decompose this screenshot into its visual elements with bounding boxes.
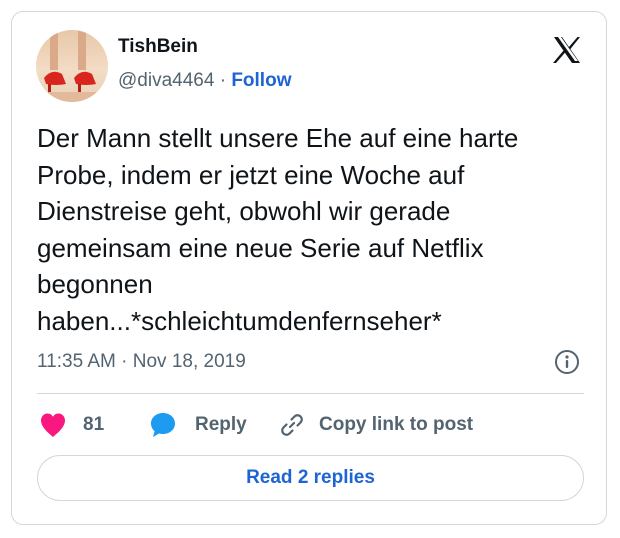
author-name[interactable]: TishBein (118, 36, 198, 58)
speech-bubble-icon (151, 413, 175, 437)
x-logo-icon[interactable] (551, 34, 583, 66)
link-icon (281, 414, 303, 436)
like-button[interactable]: 81 (39, 411, 104, 439)
tweet-card: TishBein @diva4464 · Follow Der Mann ste… (11, 11, 607, 525)
divider (37, 393, 584, 394)
like-count: 81 (83, 414, 105, 435)
avatar[interactable] (36, 30, 108, 102)
author-handle-row: @diva4464 · Follow (118, 70, 291, 92)
reply-label: Reply (195, 414, 247, 435)
reply-button[interactable]: Reply (149, 411, 247, 439)
info-icon[interactable] (554, 349, 580, 375)
tweet-timestamp[interactable]: 11:35 AM · Nov 18, 2019 (37, 351, 246, 373)
avatar-image (36, 30, 108, 102)
author-handle[interactable]: @diva4464 (118, 70, 214, 91)
heart-icon (41, 413, 65, 437)
copy-link-button[interactable]: Copy link to post (279, 411, 473, 439)
copy-link-label: Copy link to post (319, 414, 474, 435)
handle-separator: · (214, 70, 232, 91)
tweet-text: Der Mann stellt unsere Ehe auf eine hart… (37, 123, 519, 336)
read-replies-button[interactable]: Read 2 replies (37, 455, 584, 501)
follow-link[interactable]: Follow (231, 70, 291, 91)
